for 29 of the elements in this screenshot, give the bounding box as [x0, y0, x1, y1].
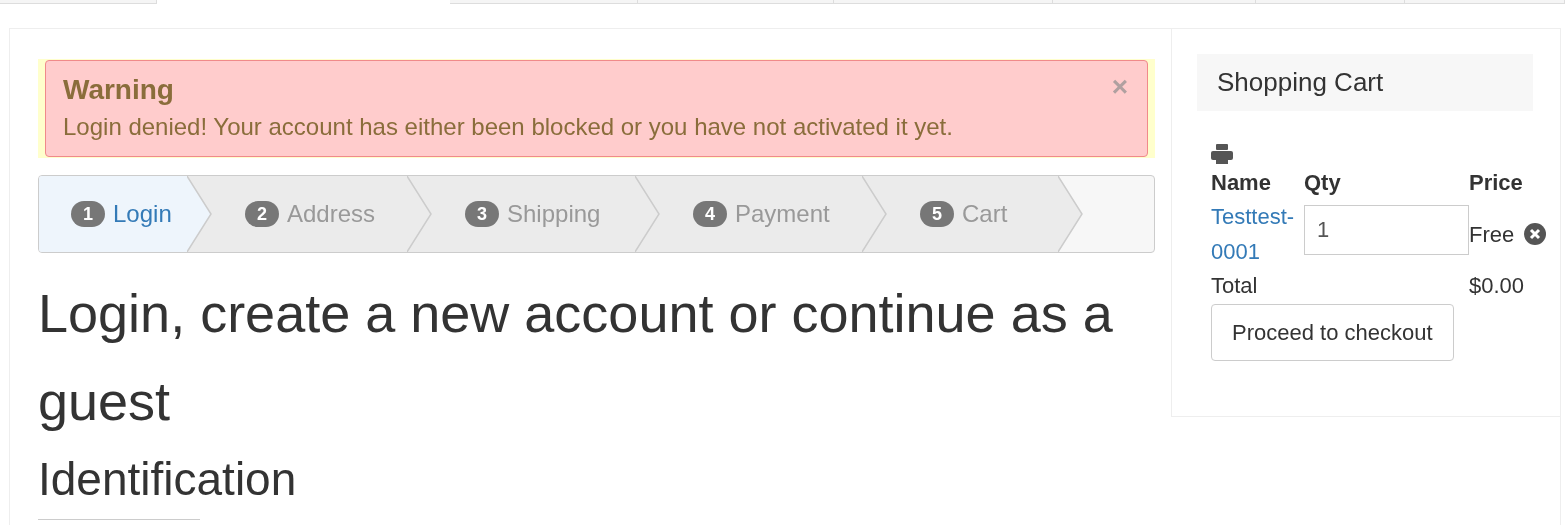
- cart-title: Shopping Cart: [1217, 66, 1384, 99]
- total-label: Total: [1211, 271, 1259, 300]
- alert-title: Warning: [63, 73, 174, 107]
- product-link[interactable]: Testtest-0001: [1211, 199, 1304, 269]
- step-number: 5: [920, 201, 954, 227]
- step-number: 1: [71, 201, 105, 227]
- step-tab[interactable]: 4 Payment: [661, 176, 862, 252]
- section-heading: Identification: [38, 452, 297, 507]
- print-icon[interactable]: [1211, 144, 1233, 164]
- remove-icon[interactable]: [1524, 223, 1547, 245]
- checkout-button[interactable]: Proceed to checkout: [1211, 304, 1454, 361]
- step-label: Payment: [735, 199, 830, 229]
- page-heading: Login, create a new account or continue as a guest: [38, 282, 1114, 433]
- step-label: Address: [287, 199, 376, 229]
- step-label: Cart: [962, 199, 1008, 229]
- step-number: 4: [693, 201, 727, 227]
- price-cell-text: Free: [1469, 220, 1515, 249]
- step-label: Login: [113, 199, 172, 229]
- column-header: Name: [1211, 166, 1304, 199]
- step-number: 2: [245, 201, 279, 227]
- step-label: Shipping: [507, 199, 601, 229]
- alert-message: Login denied! Your account has either been blocked or you have not activated it yet.: [63, 112, 953, 142]
- step-number: 3: [465, 201, 499, 227]
- column-header: Qty: [1304, 169, 1342, 197]
- column-header: Price: [1469, 169, 1524, 197]
- step-tab[interactable]: 2 Address: [213, 176, 407, 252]
- quantity-field[interactable]: 1: [1304, 205, 1469, 255]
- step-tab[interactable]: 3 Shipping: [433, 176, 635, 252]
- total-value: $0.00: [1469, 272, 1526, 300]
